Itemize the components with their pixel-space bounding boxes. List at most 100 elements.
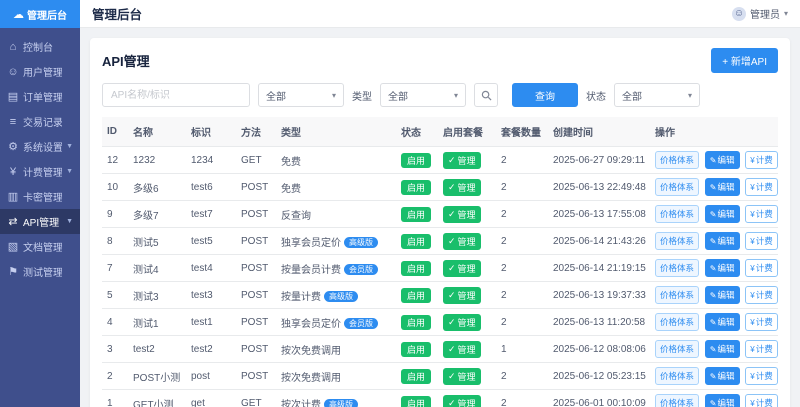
cell-id: 2: [102, 362, 128, 390]
billing-label: 计费: [755, 236, 773, 246]
cell-package: ✓ 管理: [438, 308, 496, 336]
sidebar-item-cards[interactable]: ▥ 卡密管理 ▼: [0, 184, 80, 209]
sidebar-item-label: 交易记录: [23, 118, 63, 129]
billing-button[interactable]: ¥计费: [745, 205, 778, 223]
type-select[interactable]: 全部 ▾: [380, 83, 466, 107]
price-system-button[interactable]: 价格体系: [655, 286, 700, 304]
manage-packages-button[interactable]: ✓ 管理: [443, 259, 481, 277]
price-system-button[interactable]: 价格体系: [655, 232, 700, 250]
cell-id: 8: [102, 227, 128, 255]
table-row: 5 测试3 test3 POST 按量计费 高级版 启用 ✓ 管理 2 2025-…: [102, 281, 778, 309]
sidebar-item-billing[interactable]: ¥ 计费管理 ▼: [0, 159, 80, 184]
sidebar-item-label: 卡密管理: [23, 193, 63, 204]
sidebar-item-orders[interactable]: ▤ 订单管理 ▼: [0, 84, 80, 109]
pencil-icon: ✎: [709, 345, 717, 354]
cell-key: test5: [186, 227, 236, 255]
manage-packages-button[interactable]: ✓ 管理: [443, 232, 481, 250]
yen-icon: ¥: [750, 264, 755, 273]
billing-label: 计费: [755, 317, 773, 327]
column-header: 操作: [650, 117, 778, 147]
cell-key: test3: [186, 281, 236, 309]
cell-operations: 价格体系 ✎编辑 ¥计费 ✕删除: [650, 146, 778, 174]
edit-button[interactable]: ✎编辑: [704, 151, 740, 169]
billing-button[interactable]: ¥计费: [745, 151, 778, 169]
edit-button[interactable]: ✎编辑: [704, 259, 740, 277]
manage-packages-label: 管理: [457, 398, 476, 407]
search-icon-button[interactable]: [474, 83, 498, 107]
cell-method: POST: [236, 362, 276, 390]
billing-button[interactable]: ¥计费: [745, 232, 778, 250]
status-select-value: 全部: [622, 91, 642, 103]
price-system-button[interactable]: 价格体系: [655, 313, 700, 331]
billing-label: 计费: [755, 290, 773, 300]
manage-packages-button[interactable]: ✓ 管理: [443, 367, 481, 385]
cloud-icon: ☁: [13, 8, 24, 21]
billing-button[interactable]: ¥计费: [745, 340, 778, 358]
group-select[interactable]: 全部 ▾: [258, 83, 344, 107]
user-name: 管理员: [749, 10, 780, 21]
edit-label: 编辑: [717, 344, 735, 354]
table-row: 10 多级6 test6 POST 免费 启用 ✓ 管理 2 2025-06-1…: [102, 173, 778, 201]
sidebar-item-users[interactable]: ☺ 用户管理 ▼: [0, 59, 80, 84]
sidebar-item-transactions[interactable]: ≡ 交易记录 ▼: [0, 109, 80, 134]
cell-count: 1: [496, 335, 548, 363]
manage-packages-button[interactable]: ✓ 管理: [443, 178, 481, 196]
price-system-button[interactable]: 价格体系: [655, 178, 700, 196]
tests-icon: ⚑: [8, 266, 18, 278]
sidebar-item-api[interactable]: ⇄ API管理 ▼: [0, 209, 80, 234]
billing-button[interactable]: ¥计费: [745, 178, 778, 196]
keyword-search-input[interactable]: [102, 83, 250, 107]
manage-packages-button[interactable]: ✓ 管理: [443, 394, 481, 407]
manage-packages-button[interactable]: ✓ 管理: [443, 205, 481, 223]
manage-packages-button[interactable]: ✓ 管理: [443, 151, 481, 169]
sidebar-item-system-settings[interactable]: ⚙ 系统设置 ▼: [0, 134, 80, 159]
edit-button[interactable]: ✎编辑: [704, 286, 740, 304]
edit-button[interactable]: ✎编辑: [704, 205, 740, 223]
edit-button[interactable]: ✎编辑: [704, 232, 740, 250]
edit-button[interactable]: ✎编辑: [704, 313, 740, 331]
billing-button[interactable]: ¥计费: [745, 259, 778, 277]
check-icon: ✓: [448, 397, 456, 407]
sidebar-item-docs[interactable]: ▧ 文档管理 ▼: [0, 234, 80, 259]
price-system-button[interactable]: 价格体系: [655, 205, 700, 223]
billing-button[interactable]: ¥计费: [745, 313, 778, 331]
price-system-button[interactable]: 价格体系: [655, 367, 700, 385]
cell-method: POST: [236, 335, 276, 363]
settings-icon: ⚙: [8, 141, 18, 153]
edit-button[interactable]: ✎编辑: [704, 367, 740, 385]
manage-packages-button[interactable]: ✓ 管理: [443, 340, 481, 358]
sidebar-nav: ⌂ 控制台 ▼ ☺ 用户管理 ▼ ▤ 订单管理 ▼ ≡ 交易记录 ▼ ⚙ 系统设…: [0, 28, 80, 284]
type-text: 按次免费调用: [281, 345, 341, 357]
price-system-button[interactable]: 价格体系: [655, 394, 700, 407]
type-text: 按量计费: [281, 291, 321, 303]
search-button[interactable]: 查询: [512, 83, 578, 107]
edit-button[interactable]: ✎编辑: [704, 394, 740, 407]
status-select[interactable]: 全部 ▾: [614, 83, 700, 107]
sidebar-item-label: 系统设置: [23, 143, 63, 154]
sidebar: ☁ 管理后台 ⌂ 控制台 ▼ ☺ 用户管理 ▼ ▤ 订单管理 ▼ ≡ 交易记录 …: [0, 0, 80, 407]
price-system-button[interactable]: 价格体系: [655, 259, 700, 277]
billing-label: 计费: [755, 182, 773, 192]
sidebar-item-tests[interactable]: ⚑ 测试管理 ▼: [0, 259, 80, 284]
sidebar-item-dashboard[interactable]: ⌂ 控制台 ▼: [0, 34, 80, 59]
type-text: 独享会员定价: [281, 237, 341, 249]
type-text: 按次计费: [281, 399, 321, 407]
cell-name: 测试3: [128, 281, 186, 309]
user-menu[interactable]: ☺ 管理员 ▾: [731, 6, 788, 21]
manage-packages-button[interactable]: ✓ 管理: [443, 313, 481, 331]
price-system-button[interactable]: 价格体系: [655, 151, 700, 169]
edit-button[interactable]: ✎编辑: [704, 178, 740, 196]
billing-button[interactable]: ¥计费: [745, 394, 778, 407]
status-badge: 启用: [401, 314, 432, 330]
manage-packages-button[interactable]: ✓ 管理: [443, 286, 481, 304]
billing-button[interactable]: ¥计费: [745, 286, 778, 304]
cell-created: 2025-06-13 19:37:33: [548, 281, 650, 309]
cell-type: 按次计费 高级版: [276, 389, 396, 407]
edit-button[interactable]: ✎编辑: [704, 340, 740, 358]
price-system-button[interactable]: 价格体系: [655, 340, 700, 358]
yen-icon: ¥: [750, 372, 755, 381]
billing-button[interactable]: ¥计费: [745, 367, 778, 385]
column-header: 名称: [128, 117, 186, 147]
add-api-button[interactable]: + 新增API: [711, 48, 778, 73]
check-icon: ✓: [448, 262, 456, 273]
